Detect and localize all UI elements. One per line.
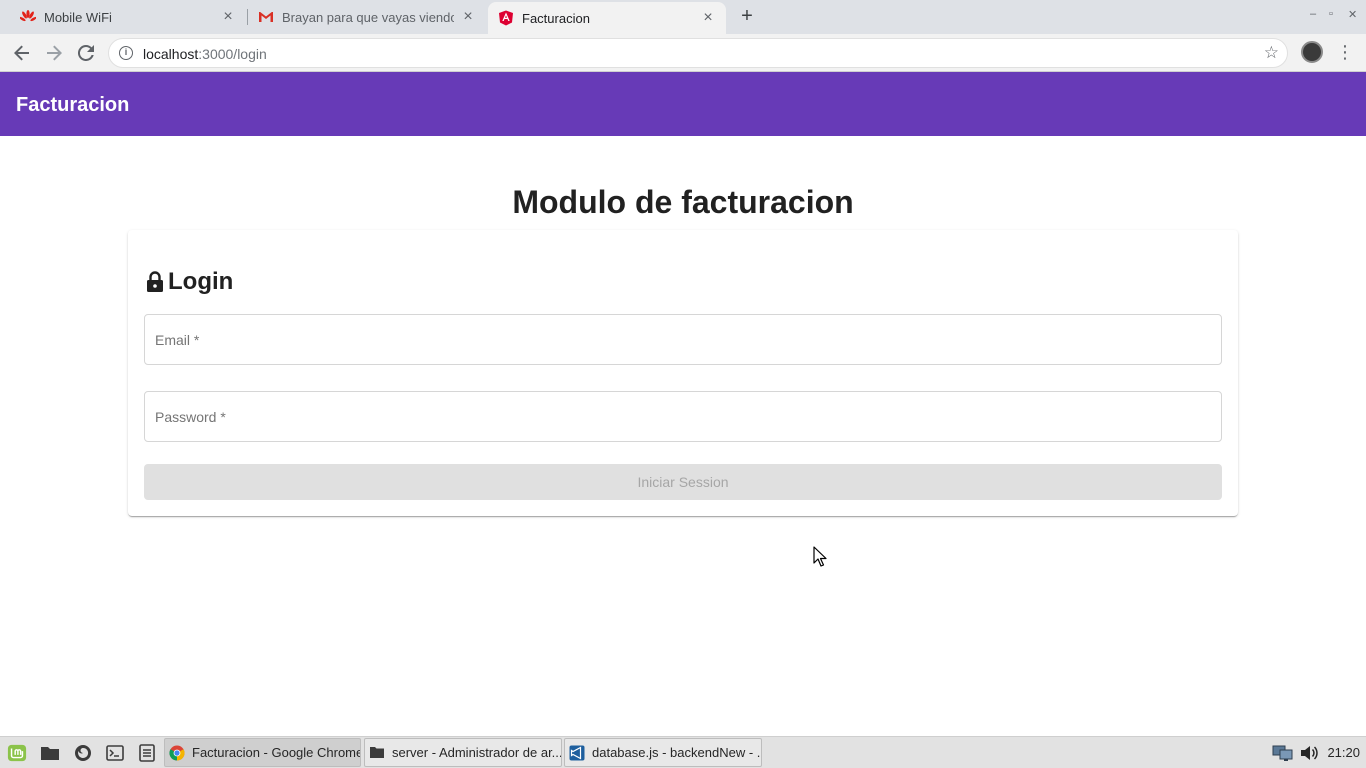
browser-tabstrip: Mobile WiFi × Brayan para que vayas vien… xyxy=(0,0,1366,34)
os-taskbar: Facturacion - Google Chrome server - Adm… xyxy=(0,736,1366,768)
address-bar[interactable]: i localhost:3000/login ☆ xyxy=(108,38,1288,68)
taskbar-item-label: Facturacion - Google Chrome xyxy=(192,745,360,760)
tab-mobile-wifi[interactable]: Mobile WiFi × xyxy=(0,0,246,34)
tab-facturacion[interactable]: Facturacion × xyxy=(488,2,726,34)
chrome-icon xyxy=(169,745,185,761)
password-field xyxy=(144,391,1222,442)
login-title: Login xyxy=(168,268,234,295)
tab-gmail[interactable]: Brayan para que vayas viendo × xyxy=(248,0,486,34)
url-host: localhost xyxy=(143,46,199,62)
gmail-icon xyxy=(258,9,274,25)
login-card-title: Login xyxy=(146,268,233,296)
close-tab-icon[interactable]: × xyxy=(700,10,716,26)
url-path: :3000/login xyxy=(198,46,267,62)
maximize-icon[interactable]: ▫ xyxy=(1329,8,1333,20)
taskbar-item-chrome[interactable]: Facturacion - Google Chrome xyxy=(164,738,361,767)
taskbar-item-vscode[interactable]: database.js - backendNew - ... xyxy=(564,738,762,767)
lock-icon xyxy=(146,271,164,293)
minimize-icon[interactable]: – xyxy=(1310,8,1316,20)
taskbar-item-label: database.js - backendNew - ... xyxy=(592,745,761,760)
password-input[interactable] xyxy=(145,392,1221,441)
tab-title: Facturacion xyxy=(522,10,590,26)
profile-avatar[interactable] xyxy=(1301,41,1323,63)
files-icon[interactable] xyxy=(40,743,60,763)
page-title: Modulo de facturacion xyxy=(512,184,854,220)
forward-icon[interactable] xyxy=(42,41,66,65)
volume-icon[interactable] xyxy=(1299,744,1319,762)
email-input[interactable] xyxy=(145,315,1221,364)
taskbar-item-label: server - Administrador de ar... xyxy=(392,745,561,760)
reload-icon[interactable] xyxy=(74,41,98,65)
close-window-icon[interactable]: ✕ xyxy=(1348,8,1357,21)
login-submit-button[interactable]: Iniciar Session xyxy=(144,464,1222,500)
text-editor-icon[interactable] xyxy=(137,743,157,763)
mint-menu-icon[interactable] xyxy=(7,743,27,763)
login-card: Login Iniciar Session xyxy=(128,230,1238,516)
mouse-cursor-icon xyxy=(813,546,827,573)
new-tab-button[interactable]: + xyxy=(736,6,758,28)
app-brand: Facturacion xyxy=(16,94,130,116)
network-icon[interactable] xyxy=(1272,744,1293,762)
taskbar-item-file-manager[interactable]: server - Administrador de ar... xyxy=(364,738,562,767)
clock[interactable]: 21:20 xyxy=(1327,745,1360,760)
bookmark-star-icon[interactable]: ☆ xyxy=(1264,43,1279,63)
folder-icon xyxy=(369,745,385,761)
back-icon[interactable] xyxy=(10,41,34,65)
terminal-icon[interactable] xyxy=(105,743,125,763)
site-info-icon[interactable]: i xyxy=(119,46,133,60)
angular-icon xyxy=(498,10,514,26)
email-field xyxy=(144,314,1222,365)
vscode-icon xyxy=(569,745,585,761)
browser-menu-icon[interactable]: ⋮ xyxy=(1336,42,1354,63)
app-toolbar: Facturacion xyxy=(0,72,1366,136)
close-tab-icon[interactable]: × xyxy=(460,9,476,25)
tab-title: Brayan para que vayas viendo xyxy=(282,9,454,25)
tab-title: Mobile WiFi xyxy=(44,9,112,25)
huawei-icon xyxy=(20,9,36,25)
close-tab-icon[interactable]: × xyxy=(220,9,236,25)
firefox-icon[interactable] xyxy=(73,743,93,763)
url-text: localhost:3000/login xyxy=(143,46,267,62)
browser-toolbar: i localhost:3000/login ☆ xyxy=(0,34,1366,72)
